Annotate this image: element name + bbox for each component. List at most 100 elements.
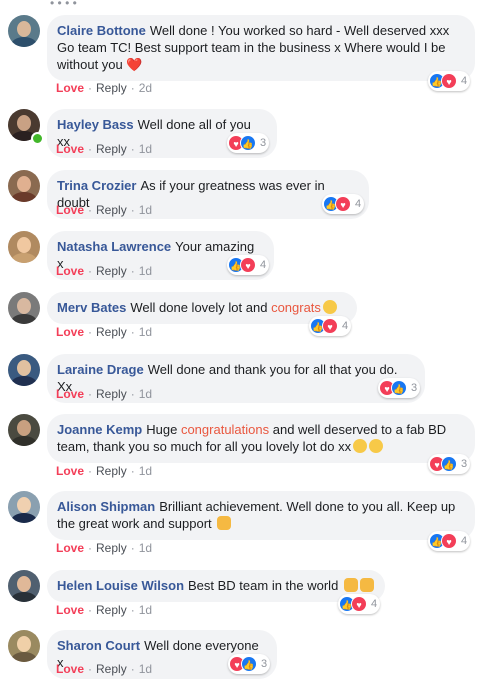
reactions-summary[interactable]: 👍 ♥ 4 (428, 71, 471, 91)
love-link[interactable]: Love (56, 81, 84, 95)
reactions-summary[interactable]: ♥ 👍 3 (428, 454, 471, 474)
reply-link[interactable]: Reply (96, 541, 127, 555)
comment-author[interactable]: Helen Louise Wilson (57, 578, 184, 593)
comment-text: Best BD team in the world (188, 578, 342, 593)
highlighted-keyword[interactable]: congrats (271, 300, 321, 315)
love-link[interactable]: Love (56, 264, 84, 278)
comment-actions: Love · Reply · 1d (56, 662, 153, 676)
thumbs-up-icon: 👍 (391, 380, 407, 396)
reactions-summary[interactable]: 👍 ♥ 4 (338, 594, 381, 614)
timestamp[interactable]: 2d (139, 81, 152, 95)
comment-bubble: Claire Bottone Well done ! You worked so … (47, 15, 475, 81)
clapping-hands-emoji (343, 578, 358, 592)
avatar[interactable] (8, 15, 40, 47)
clapping-hands-emoji (217, 516, 232, 530)
comment-author[interactable]: Hayley Bass (57, 117, 134, 132)
reply-link[interactable]: Reply (96, 603, 127, 617)
comment-actions: Love · Reply · 1d (56, 203, 153, 217)
comment-actions: Love · Reply · 1d (56, 603, 153, 617)
comment-author[interactable]: Trina Crozier (57, 178, 136, 193)
heart-icon: ♥ (351, 596, 367, 612)
timestamp[interactable]: 1d (139, 264, 152, 278)
avatar[interactable] (8, 354, 40, 386)
timestamp[interactable]: 1d (139, 387, 152, 401)
heart-icon: ♥ (441, 73, 457, 89)
love-link[interactable]: Love (56, 387, 84, 401)
comment-bubble: Joanne Kemp Huge congratulations and well… (47, 414, 475, 463)
reply-link[interactable]: Reply (96, 464, 127, 478)
reply-link[interactable]: Reply (96, 81, 127, 95)
love-link[interactable]: Love (56, 464, 84, 478)
comment-author[interactable]: Sharon Court (57, 638, 140, 653)
red-heart-emoji: ❤️ (126, 57, 143, 72)
kiss-emoji (369, 439, 384, 453)
reactions-summary[interactable]: ♥ 👍 3 (227, 133, 270, 153)
reaction-count: 3 (260, 137, 267, 149)
timestamp[interactable]: 1d (139, 603, 152, 617)
clapping-hands-emoji (359, 578, 374, 592)
avatar[interactable] (8, 630, 40, 662)
comment-actions: Love · Reply · 1d (56, 142, 153, 156)
heart-icon: ♥ (335, 196, 351, 212)
love-link[interactable]: Love (56, 203, 84, 217)
thumbs-up-icon: 👍 (241, 656, 257, 672)
love-link[interactable]: Love (56, 603, 84, 617)
reaction-count: 4 (342, 320, 349, 332)
comment-author[interactable]: Natasha Lawrence (57, 239, 171, 254)
reaction-count: 4 (371, 598, 378, 610)
reply-link[interactable]: Reply (96, 387, 127, 401)
love-link[interactable]: Love (56, 325, 84, 339)
avatar[interactable] (8, 570, 40, 602)
timestamp[interactable]: 1d (139, 464, 152, 478)
reaction-count: 4 (260, 259, 267, 271)
avatar[interactable] (8, 231, 40, 263)
avatar[interactable] (8, 491, 40, 523)
reactions-summary[interactable]: ♥ 👍 3 (378, 378, 421, 398)
reply-link[interactable]: Reply (96, 203, 127, 217)
reaction-count: 3 (461, 458, 468, 470)
comment-author[interactable]: Alison Shipman (57, 499, 155, 514)
comment-author[interactable]: Laraine Drage (57, 362, 144, 377)
timestamp[interactable]: 1d (139, 662, 152, 676)
timestamp[interactable]: 1d (139, 541, 152, 555)
reaction-count: 3 (261, 658, 268, 670)
comment-actions: Love · Reply · 1d (56, 464, 153, 478)
reactions-summary[interactable]: ♥ 👍 3 (228, 654, 271, 674)
timestamp[interactable]: 1d (139, 325, 152, 339)
reactions-summary[interactable]: 👍 ♥ 4 (227, 255, 270, 275)
comment-actions: Love · Reply · 2d (56, 81, 153, 95)
comment-actions: Love · Reply · 1d (56, 264, 153, 278)
highlighted-keyword[interactable]: congratulations (181, 422, 269, 437)
love-link[interactable]: Love (56, 142, 84, 156)
reaction-count: 4 (461, 535, 468, 547)
reaction-count: 3 (411, 382, 418, 394)
comment-author[interactable]: Merv Bates (57, 300, 126, 315)
heart-icon: ♥ (441, 533, 457, 549)
love-link[interactable]: Love (56, 662, 84, 676)
comment-actions: Love · Reply · 1d (56, 325, 153, 339)
comment-bubble: Alison Shipman Brilliant achievement. Wel… (47, 491, 475, 540)
avatar[interactable] (8, 414, 40, 446)
comment-bubble: Helen Louise Wilson Best BD team in the w… (47, 570, 385, 602)
avatar[interactable] (8, 170, 40, 202)
reaction-count: 4 (355, 198, 362, 210)
reply-link[interactable]: Reply (96, 142, 127, 156)
love-link[interactable]: Love (56, 541, 84, 555)
comment-author[interactable]: Claire Bottone (57, 23, 146, 38)
timestamp[interactable]: 1d (139, 203, 152, 217)
comment-author[interactable]: Joanne Kemp (57, 422, 142, 437)
heart-icon: ♥ (322, 318, 338, 334)
heart-icon: ♥ (240, 257, 256, 273)
reaction-count: 4 (461, 75, 468, 87)
comment-actions: Love · Reply · 1d (56, 541, 153, 555)
reply-link[interactable]: Reply (96, 264, 127, 278)
reply-link[interactable]: Reply (96, 662, 127, 676)
reactions-summary[interactable]: 👍 ♥ 4 (309, 316, 352, 336)
reactions-summary[interactable]: 👍 ♥ 4 (428, 531, 471, 551)
avatar[interactable] (8, 292, 40, 324)
timestamp[interactable]: 1d (139, 142, 152, 156)
thumbs-up-icon: 👍 (441, 456, 457, 472)
comment-actions: Love · Reply · 1d (56, 387, 153, 401)
reactions-summary[interactable]: 👍 ♥ 4 (322, 194, 365, 214)
reply-link[interactable]: Reply (96, 325, 127, 339)
